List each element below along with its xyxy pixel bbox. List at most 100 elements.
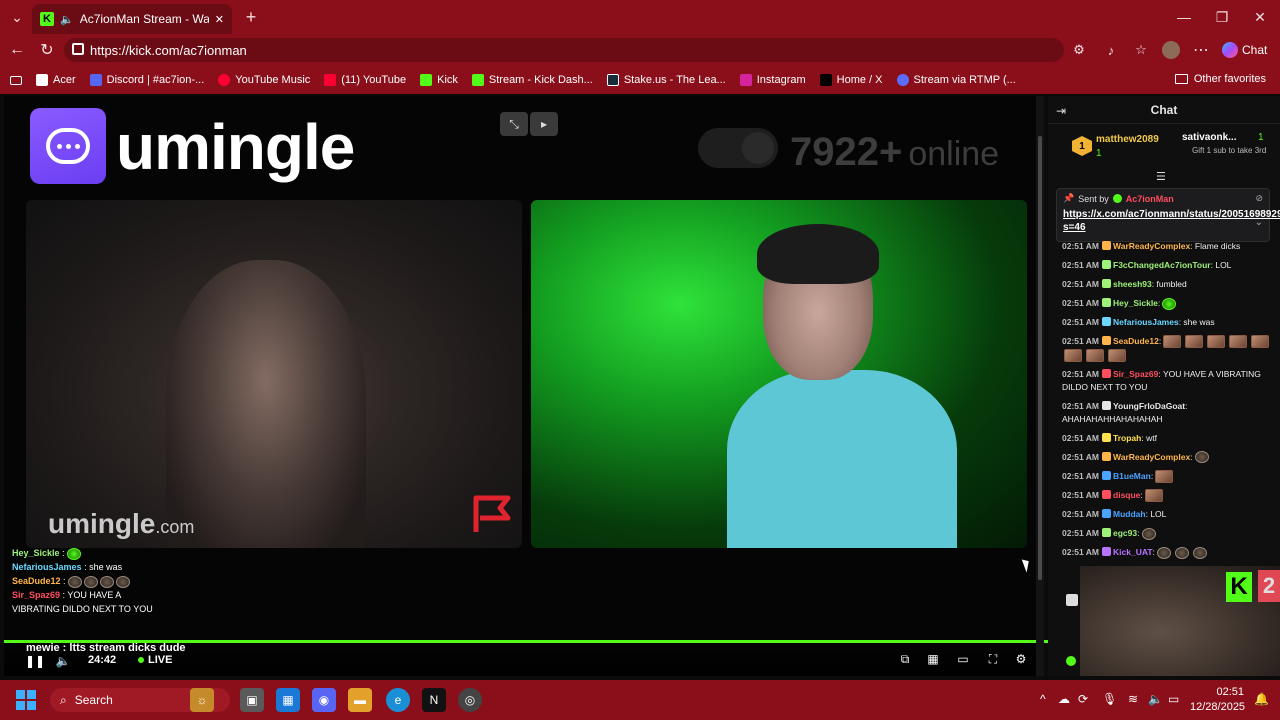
taskbar-clock[interactable]: 02:51 12/28/2025 — [1190, 685, 1245, 715]
message-text: : LOL — [1210, 260, 1232, 270]
bookmarks-collection-icon[interactable] — [10, 75, 22, 85]
gifter-name[interactable]: matthew2089 — [1096, 134, 1159, 145]
mini-player-icon[interactable]: ⧉ — [898, 652, 912, 666]
filter-icon[interactable]: ☰ — [1156, 170, 1166, 183]
page-scrollbar[interactable] — [1036, 96, 1044, 676]
store-icon[interactable]: ▦ — [276, 688, 300, 712]
notification-bell-icon[interactable]: 🔔 — [1254, 692, 1269, 706]
cast-icon[interactable]: ▸ — [530, 112, 558, 136]
pin-icon: 📌 — [1063, 193, 1075, 203]
chat-message: 02:51 AM Muddah: LOL — [1062, 508, 1276, 521]
speaker-icon[interactable]: 🔈 — [1148, 692, 1163, 706]
message-timestamp: 02:51 AM — [1062, 241, 1100, 251]
wifi-icon[interactable]: ≋ — [1128, 692, 1138, 706]
minimize-button[interactable]: — — [1164, 0, 1204, 34]
emote-icon — [1108, 348, 1126, 362]
new-tab-plus-icon[interactable]: + — [236, 0, 266, 34]
notion-icon[interactable]: N — [422, 688, 446, 712]
person-right — [727, 224, 957, 548]
message-username[interactable]: B1ueMan — [1113, 471, 1151, 481]
gifter-name[interactable]: sativaonk... — [1182, 132, 1236, 143]
unpin-icon[interactable]: ⊘ — [1255, 193, 1263, 204]
x-icon — [819, 74, 832, 86]
bookmark-item[interactable]: Stream - Kick Dash... — [471, 74, 593, 86]
bookmark-item[interactable]: Stream via RTMP (... — [896, 74, 1016, 86]
message-username[interactable]: F3cChangedAc7ionTour — [1113, 260, 1211, 270]
bookmark-item[interactable]: YouTube Music — [218, 74, 310, 86]
profile-vpn-icon[interactable]: ♪ — [1096, 34, 1126, 66]
message-username[interactable]: Muddah — [1113, 509, 1146, 519]
discord-app-icon[interactable]: ◉ — [312, 688, 336, 712]
message-username[interactable]: sheesh93 — [1113, 279, 1152, 289]
theater-mode-icon[interactable]: ▭ — [956, 652, 970, 666]
tab-actions-chevron-icon[interactable]: ⌄ — [2, 0, 32, 34]
message-username[interactable]: Tropah — [1113, 433, 1141, 443]
user-badge-icon — [1102, 470, 1112, 480]
message-username[interactable]: WarReadyComplex — [1113, 452, 1190, 462]
chat-message: 02:51 AM WarReadyComplex: Flame dicks — [1062, 240, 1276, 253]
copilot-chat-button[interactable]: Chat — [1222, 38, 1274, 62]
chat-emote-icon[interactable] — [1066, 594, 1078, 606]
edge-browser-icon[interactable]: e — [386, 688, 410, 712]
gifter-count: 1 — [1258, 132, 1264, 143]
picture-in-picture-icon[interactable]: ⤡ — [500, 112, 528, 136]
more-menu-icon[interactable]: ⋯ — [1186, 34, 1216, 66]
bookmark-item[interactable]: Home / X — [819, 74, 883, 86]
message-username[interactable]: YoungFrloDaGoat — [1113, 401, 1185, 411]
bookmark-item[interactable]: Instagram — [739, 74, 806, 86]
bookmark-item[interactable]: Discord | #ac7ion-... — [89, 74, 204, 86]
overlay-buttons: ⤡ ▸ — [500, 112, 558, 136]
maximize-button[interactable]: ❐ — [1202, 0, 1242, 34]
refresh-icon[interactable]: ↻ — [32, 34, 62, 66]
windows-start-icon[interactable] — [16, 690, 36, 710]
bookmark-item[interactable]: Acer — [36, 74, 76, 86]
extensions-icon[interactable]: ⚙ — [1064, 34, 1094, 66]
elapsed-time: 24:42 — [88, 654, 117, 666]
bookmark-item[interactable]: Kick — [420, 74, 458, 86]
back-arrow-icon[interactable]: ← — [2, 34, 32, 66]
message-username[interactable]: Kick_UAT — [1113, 547, 1153, 557]
pause-icon[interactable]: ❚❚ — [25, 654, 45, 668]
browser-tab-kick[interactable]: K 🔈 Ac7ionMan Stream - Watch Li ✕ — [32, 4, 232, 34]
message-username[interactable]: SeaDude12 — [1113, 336, 1159, 346]
settings-gear-icon[interactable]: ⚙ — [1014, 652, 1028, 666]
message-username[interactable]: WarReadyComplex — [1113, 241, 1190, 251]
tray-cloud-icon[interactable]: ☁ — [1058, 692, 1070, 706]
tray-sync-icon[interactable]: ⟳ — [1078, 692, 1088, 706]
task-view-icon[interactable]: ▣ — [240, 688, 264, 712]
windows-taskbar: ⌕ Search ☼ ▣ ▦ ◉ ▬ e N ◎ ^ ☁ ⟳ 🎙 ≋ 🔈 ▭ 0… — [0, 680, 1280, 720]
expand-chevron-icon[interactable]: ⌄ — [1255, 217, 1263, 228]
close-window-button[interactable]: ✕ — [1240, 0, 1280, 34]
search-icon: ⌕ — [60, 692, 67, 707]
message-text: : — [1158, 336, 1162, 346]
tab-close-icon[interactable]: ✕ — [215, 13, 224, 26]
clip-icon[interactable]: ▦ — [926, 652, 940, 666]
lock-icon — [72, 43, 84, 55]
widgets-icon[interactable]: ☼ — [190, 688, 214, 712]
battery-icon[interactable]: ▭ — [1168, 692, 1179, 706]
tray-chevron-icon[interactable]: ^ — [1040, 692, 1046, 706]
favorites-star-icon[interactable]: ☆ — [1126, 34, 1156, 66]
bookmark-item[interactable]: Stake.us - The Lea... — [606, 74, 726, 86]
message-username[interactable]: disque — [1113, 490, 1140, 500]
bookmark-item[interactable]: (11) YouTube — [324, 74, 406, 86]
volume-icon[interactable]: 🔈 — [56, 654, 71, 668]
pinned-sent-by-label: Sent by — [1078, 193, 1109, 204]
message-username[interactable]: egc93 — [1113, 528, 1137, 538]
message-username[interactable]: NefariousJames — [1113, 317, 1179, 327]
avatar[interactable] — [1156, 34, 1186, 66]
other-favorites[interactable]: Other favorites — [1174, 73, 1266, 85]
folder-icon — [1174, 74, 1188, 84]
report-flag-icon[interactable] — [470, 492, 514, 536]
obs-icon[interactable]: ◎ — [458, 688, 482, 712]
tab-audio-icon[interactable]: 🔈 — [60, 13, 74, 26]
microphone-icon[interactable]: 🎙 — [1102, 692, 1117, 706]
address-url: https://kick.com/ac7ionman — [90, 42, 247, 58]
pinned-link[interactable]: https://x.com/ac7ionmann/status/20051698… — [1063, 208, 1280, 234]
fullscreen-icon[interactable]: ⛶ — [986, 652, 1000, 666]
message-username[interactable]: Sir_Spaz69 — [1113, 369, 1158, 379]
address-bar[interactable]: https://kick.com/ac7ionman — [64, 38, 1064, 62]
video-player[interactable]: umingle ⤡ ▸ 7922+ online umingle.com Hey_… — [4, 96, 1050, 676]
file-explorer-icon[interactable]: ▬ — [348, 688, 372, 712]
message-username[interactable]: Hey_Sickle — [1113, 298, 1158, 308]
